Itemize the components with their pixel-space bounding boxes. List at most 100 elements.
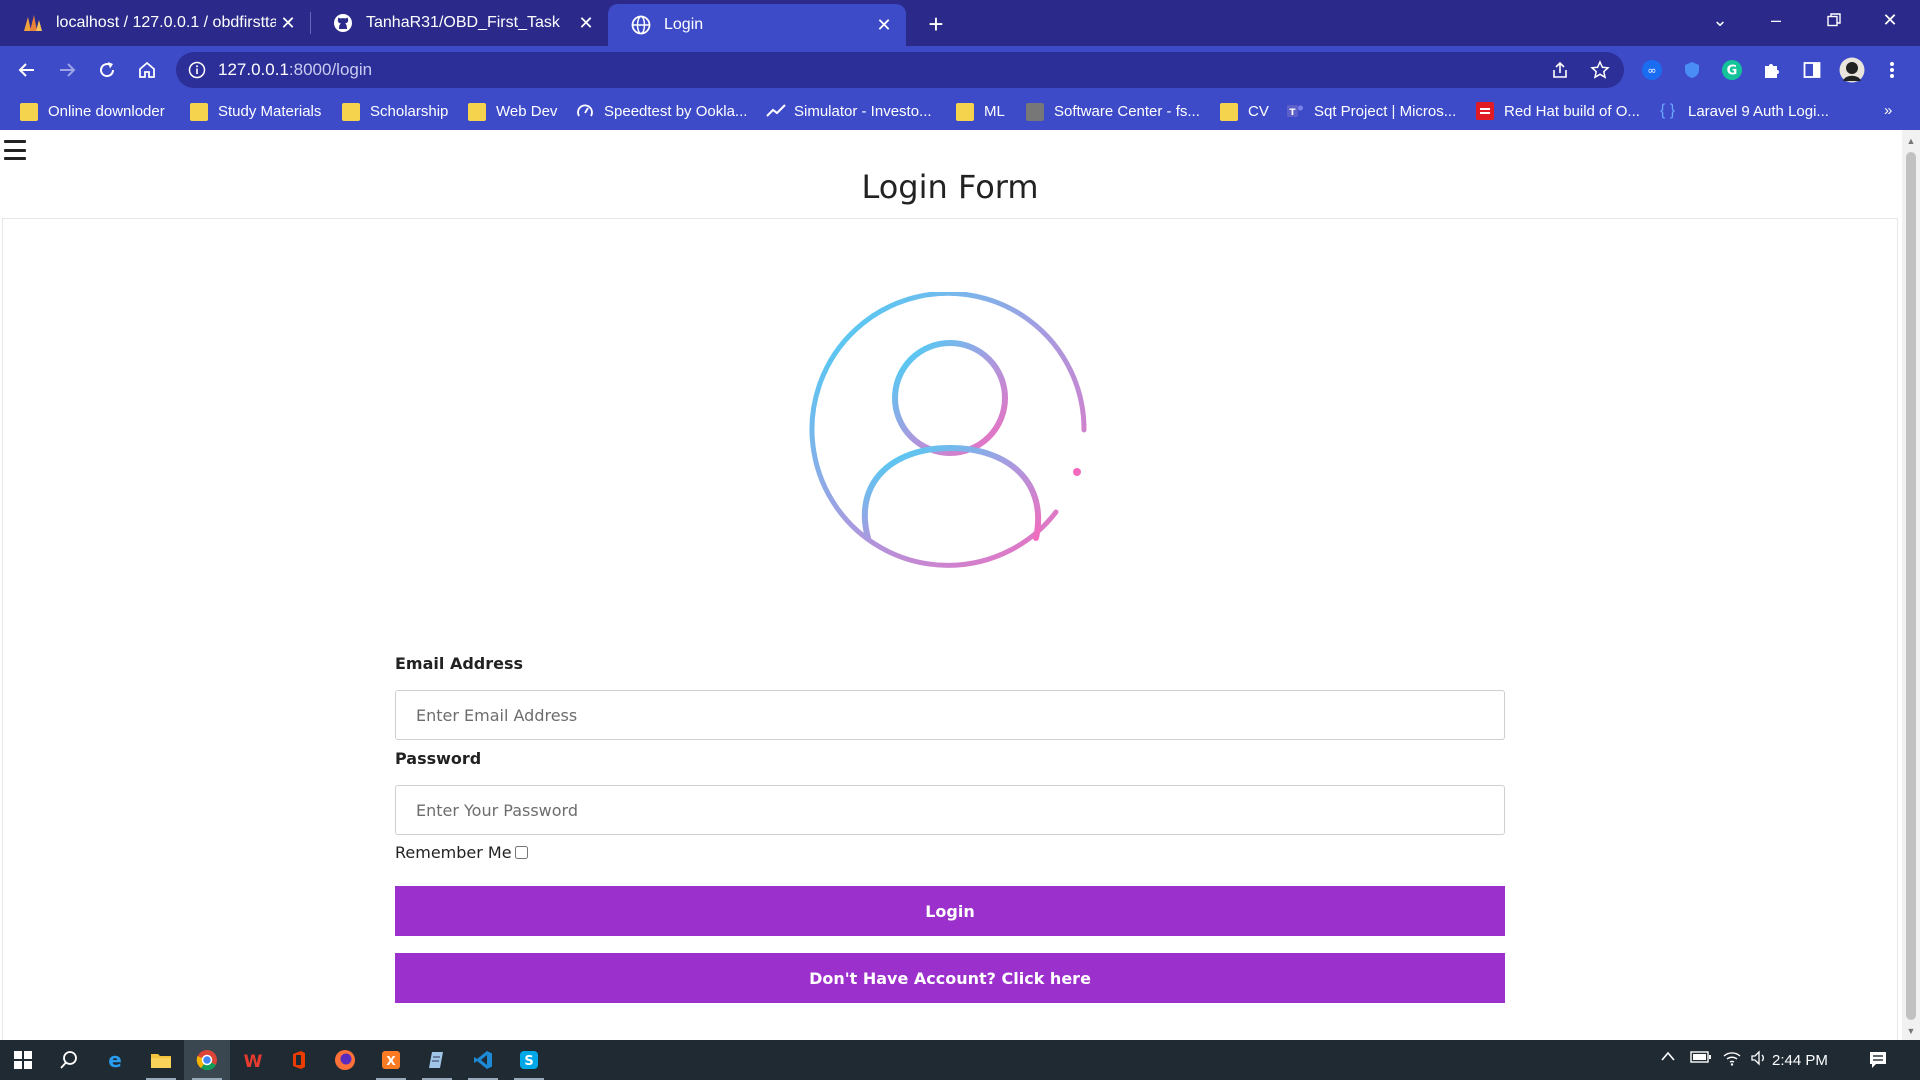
bookmark-sqt-project[interactable]: T Sqt Project | Micros... [1286, 102, 1456, 120]
bookmark-label: Red Hat build of O... [1504, 102, 1640, 120]
svg-text:G: G [1727, 64, 1738, 79]
tab-title: localhost / 127.0.0.1 / obdfirsttas [56, 14, 276, 31]
bookmark-ml[interactable]: ML [956, 102, 1005, 121]
svg-text:W: W [244, 1052, 263, 1070]
bookmark-online-downloder[interactable]: Online downloder [20, 102, 165, 121]
bookmarks-bar: Online downloder Study Materials Scholar… [0, 94, 1920, 130]
bookmark-speedtest[interactable]: Speedtest by Ookla... [576, 102, 747, 120]
notepad-icon[interactable] [414, 1040, 460, 1080]
back-button[interactable] [11, 54, 43, 86]
register-link-button[interactable]: Don't Have Account? Click here [395, 953, 1505, 1003]
reload-button[interactable] [91, 54, 123, 86]
chrome-icon[interactable] [184, 1040, 230, 1080]
url-path: :8000/login [288, 60, 373, 79]
tab-login[interactable]: Login ✕ [608, 4, 906, 46]
wifi-icon[interactable] [1722, 1050, 1742, 1066]
close-window-button[interactable]: ✕ [1862, 0, 1918, 40]
share-icon[interactable] [1550, 60, 1570, 85]
vscode-icon[interactable] [460, 1040, 506, 1080]
office-icon[interactable] [276, 1040, 322, 1080]
investopedia-icon [766, 102, 786, 120]
forward-button[interactable] [51, 54, 83, 86]
profile-avatar[interactable] [1838, 56, 1866, 84]
bookmark-label: Study Materials [218, 102, 322, 120]
url-text: 127.0.0.1:8000/login [218, 60, 372, 80]
tray-chevron-icon[interactable] [1660, 1050, 1676, 1062]
phpmyadmin-icon [22, 12, 44, 34]
taskbar-clock[interactable]: 2:44 PM [1772, 1052, 1828, 1069]
tab-github[interactable]: TanhaR31/OBD_First_Task ✕ [310, 0, 608, 46]
hamburger-menu-icon[interactable] [4, 140, 26, 160]
skype-icon[interactable]: S [506, 1040, 552, 1080]
browser-toolbar: 127.0.0.1:8000/login ∞ G [0, 46, 1920, 94]
bookmark-label: ML [984, 102, 1005, 120]
tab-search-chevron-icon[interactable]: ⌄ [1692, 0, 1748, 40]
file-explorer-icon[interactable] [138, 1040, 184, 1080]
xampp-icon[interactable]: X [368, 1040, 414, 1080]
login-button[interactable]: Login [395, 886, 1505, 936]
svg-text:T: T [1289, 108, 1296, 118]
bookmark-simulator[interactable]: Simulator - Investo... [766, 102, 932, 120]
grammarly-icon[interactable]: G [1718, 56, 1746, 84]
bookmark-label: Sqt Project | Micros... [1314, 102, 1457, 120]
browser-menu-icon[interactable] [1878, 56, 1906, 84]
bookmark-cv[interactable]: CV [1220, 102, 1269, 121]
extension-shield-icon[interactable] [1678, 56, 1706, 84]
login-form: Email Address Password Remember Me Login… [395, 650, 1505, 1003]
windows-start-icon[interactable] [0, 1040, 46, 1080]
volume-icon[interactable] [1750, 1050, 1768, 1066]
bookmark-label: Scholarship [370, 102, 449, 120]
extension-infinity-icon[interactable]: ∞ [1638, 56, 1666, 84]
redhat-icon [1476, 102, 1494, 120]
side-panel-icon[interactable] [1798, 56, 1826, 84]
edge-icon[interactable]: e [92, 1040, 138, 1080]
search-icon[interactable] [46, 1040, 92, 1080]
address-bar[interactable]: 127.0.0.1:8000/login [176, 52, 1624, 88]
scroll-thumb[interactable] [1906, 152, 1916, 1020]
site-info-icon[interactable] [188, 61, 206, 84]
scroll-down-icon[interactable]: ▼ [1906, 1026, 1916, 1036]
scroll-up-icon[interactable]: ▲ [1906, 136, 1916, 146]
folder-icon [468, 103, 486, 121]
home-button[interactable] [131, 54, 163, 86]
windows-taskbar: e W X S 2:44 PM [0, 1040, 1920, 1080]
close-icon[interactable]: ✕ [276, 11, 300, 35]
teams-icon: T [1286, 102, 1304, 120]
bookmark-laravel-auth[interactable]: { } Laravel 9 Auth Logi... [1660, 102, 1829, 120]
tab-title: TanhaR31/OBD_First_Task [366, 14, 560, 31]
bookmark-study-materials[interactable]: Study Materials [190, 102, 322, 121]
svg-text:X: X [386, 1054, 396, 1068]
firefox-icon[interactable] [322, 1040, 368, 1080]
page-title: Login Form [861, 168, 1039, 206]
bookmark-label: Laravel 9 Auth Logi... [1688, 102, 1829, 120]
bookmark-red-hat[interactable]: Red Hat build of O... [1476, 102, 1640, 120]
new-tab-button[interactable]: + [920, 8, 952, 40]
battery-icon[interactable] [1690, 1050, 1712, 1064]
folder-icon [342, 103, 360, 121]
extensions-puzzle-icon[interactable] [1758, 56, 1786, 84]
bookmark-label: Simulator - Investo... [794, 102, 932, 120]
globe-icon [630, 14, 652, 36]
notification-center-icon[interactable] [1868, 1050, 1888, 1070]
remember-me-label: Remember Me [395, 843, 512, 862]
restore-button[interactable] [1806, 0, 1862, 40]
bookmark-software-center[interactable]: Software Center - fs... [1026, 102, 1200, 121]
svg-text:∞: ∞ [1647, 64, 1656, 77]
folder-icon [20, 103, 38, 121]
bookmark-scholarship[interactable]: Scholarship [342, 102, 449, 121]
minimize-button[interactable]: – [1748, 0, 1804, 40]
password-input[interactable] [395, 785, 1505, 835]
bookmarks-overflow-button[interactable]: » [1884, 102, 1892, 119]
email-label: Email Address [395, 654, 524, 673]
email-input[interactable] [395, 690, 1505, 740]
page-scrollbar[interactable]: ▲ ▼ [1902, 130, 1920, 1040]
bookmark-web-dev[interactable]: Web Dev [468, 102, 557, 121]
folder-dark-icon [1026, 103, 1044, 121]
bookmark-star-icon[interactable] [1590, 60, 1610, 85]
close-icon[interactable]: ✕ [872, 13, 896, 37]
bookmark-label: CV [1248, 102, 1269, 120]
wps-office-icon[interactable]: W [230, 1040, 276, 1080]
remember-me-checkbox[interactable] [514, 846, 528, 859]
tab-phpmyadmin[interactable]: localhost / 127.0.0.1 / obdfirsttas ✕ [0, 0, 310, 46]
close-icon[interactable]: ✕ [574, 11, 598, 35]
